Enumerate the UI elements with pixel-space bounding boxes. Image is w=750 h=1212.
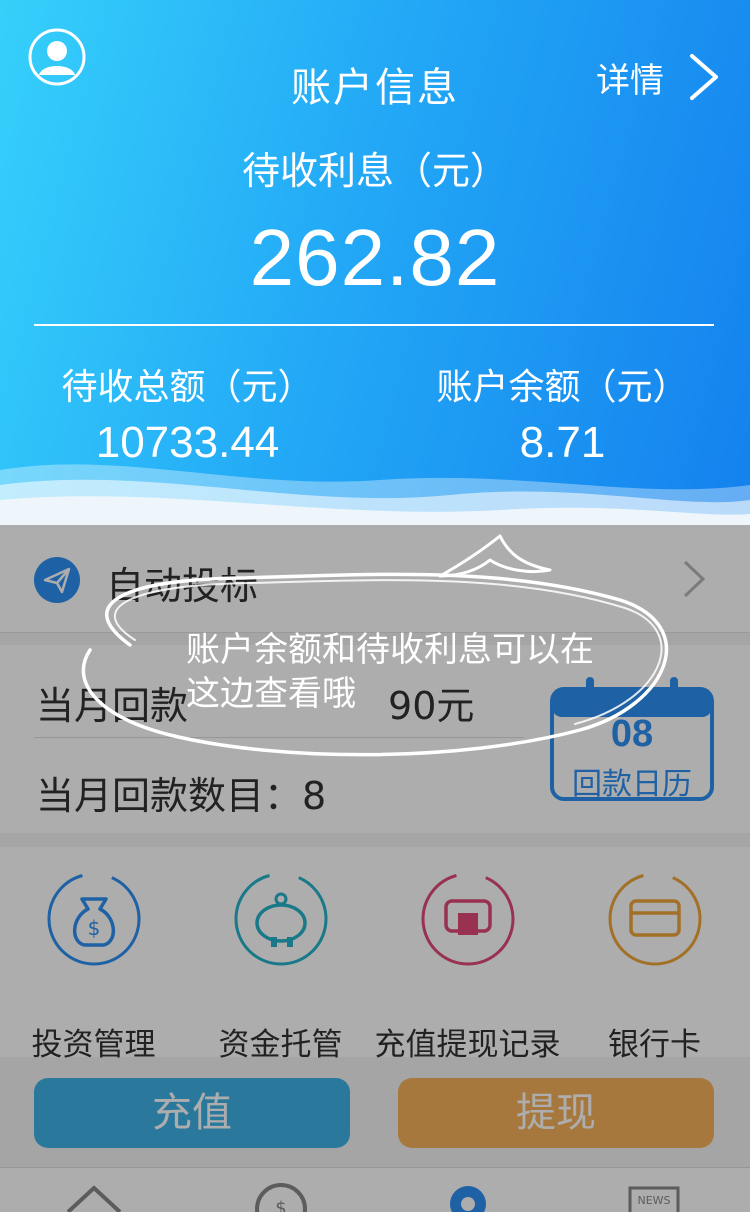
- header-divider: [34, 324, 714, 326]
- header-waves: [0, 464, 750, 525]
- total-label: 待收总额（元）: [61, 367, 314, 408]
- balance-label: 账户余额（元）: [436, 367, 689, 408]
- chevron-right-icon: [690, 54, 718, 100]
- interest-value: 262.82: [249, 213, 501, 302]
- detail-link[interactable]: 详情: [596, 52, 720, 102]
- detail-label: 详情: [596, 60, 664, 101]
- account-header: 账户信息 详情 待收利息（元） 262.82 待收总额（元） 10733.44 …: [0, 0, 750, 525]
- interest-label: 待收利息（元）: [241, 149, 508, 193]
- tip-text: 账户余额和待收利息可以在这边查看哦: [186, 630, 594, 714]
